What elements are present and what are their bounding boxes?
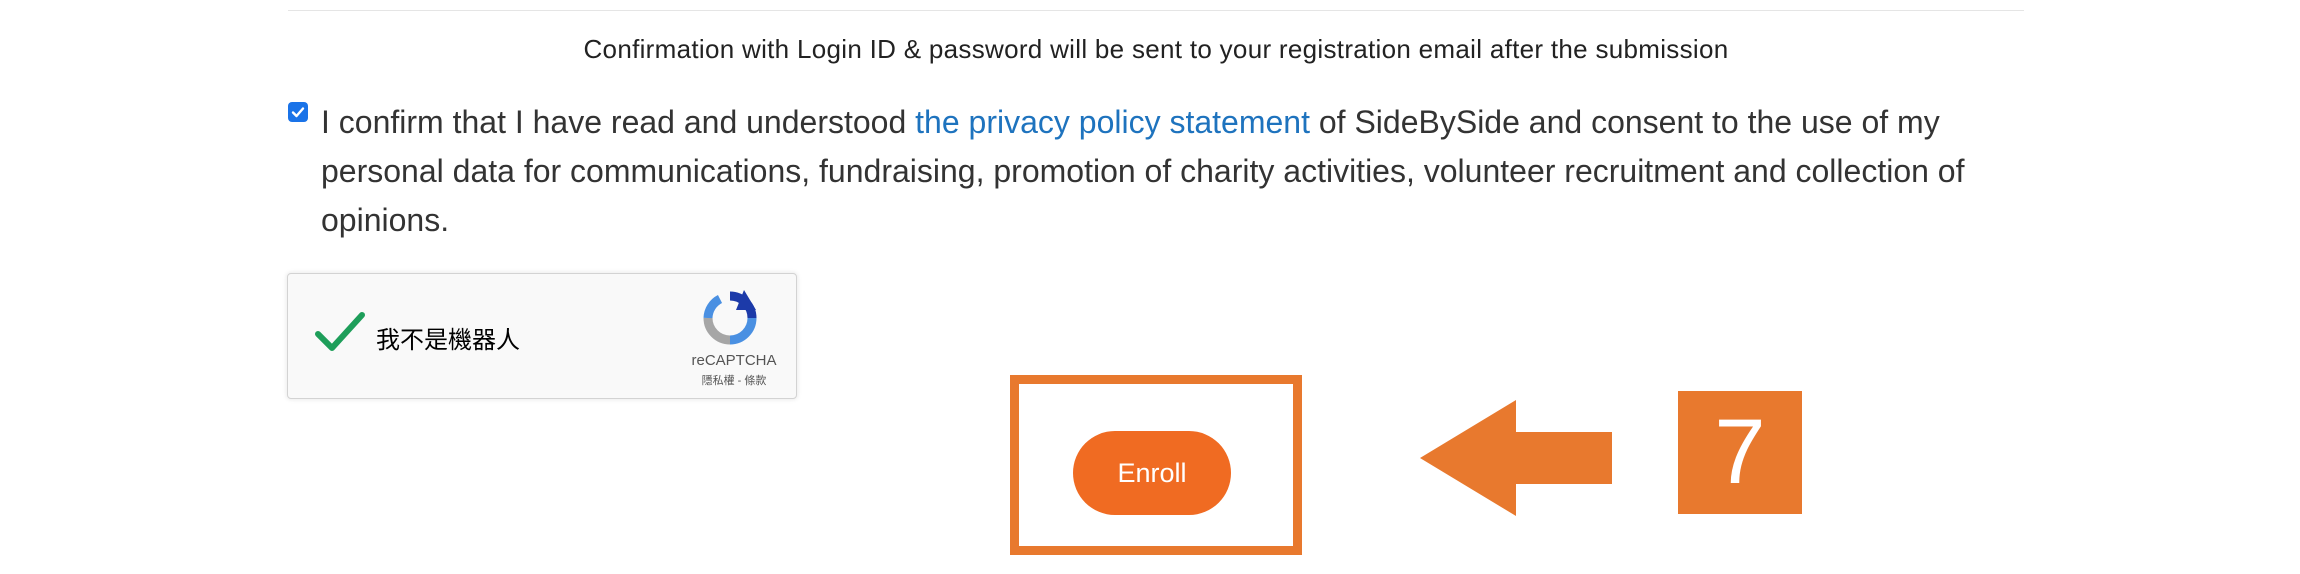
step-number-badge: 7 — [1678, 391, 1802, 514]
recaptcha-checkbox[interactable] — [314, 310, 366, 354]
enrollment-form-page: Confirmation with Login ID & password wi… — [0, 0, 2300, 574]
recaptcha-brand: reCAPTCHA — [691, 352, 777, 369]
privacy-policy-link[interactable]: the privacy policy statement — [915, 104, 1310, 140]
consent-text-before: I confirm that I have read and understoo… — [321, 104, 916, 140]
recaptcha-widget: 我不是機器人 reCAPTCHA 隱私權 - 條款 — [287, 273, 797, 399]
checkbox-check-icon — [291, 107, 305, 118]
recaptcha-label: 我不是機器人 — [376, 327, 520, 354]
arrow-left-icon — [1420, 400, 1612, 516]
recaptcha-logo-icon — [703, 290, 757, 345]
recaptcha-terms-link[interactable]: 隱私權 - 條款 — [678, 372, 790, 388]
enroll-button[interactable]: Enroll — [1073, 431, 1231, 515]
checkmark-icon — [315, 312, 365, 351]
consent-text: I confirm that I have read and understoo… — [321, 98, 2021, 245]
confirmation-note: Confirmation with Login ID & password wi… — [583, 34, 1729, 64]
top-divider — [288, 10, 2024, 11]
consent-checkbox[interactable] — [288, 102, 308, 122]
